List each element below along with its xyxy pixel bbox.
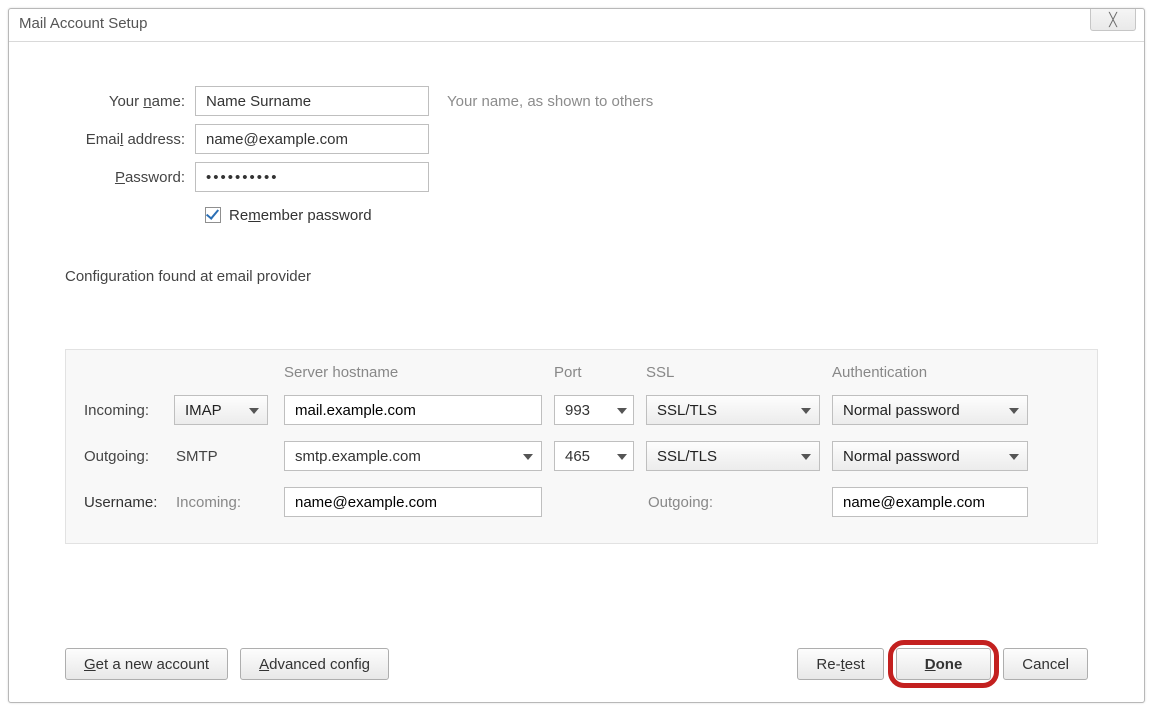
password-input[interactable] (195, 162, 429, 192)
window-title: Mail Account Setup (19, 15, 147, 32)
outgoing-ssl-value: SSL/TLS (657, 448, 717, 465)
button-bar: Get a new account Advanced config Re-tes… (65, 648, 1088, 680)
username-outgoing-label: Outgoing: (646, 494, 832, 511)
done-button[interactable]: Done (896, 648, 992, 680)
password-label: Password: (65, 169, 195, 186)
remember-password-checkbox[interactable] (205, 207, 221, 223)
outgoing-protocol-text: SMTP (174, 448, 284, 465)
server-ssl-header: SSL (646, 364, 832, 381)
username-row: Username: Incoming: Outgoing: (84, 479, 1081, 525)
server-settings-panel: Server hostname Port SSL Authentication … (65, 349, 1098, 544)
outgoing-auth-select[interactable]: Normal password (832, 441, 1028, 471)
name-row: Your name: Your name, as shown to others (65, 82, 1098, 120)
email-row: Email address: (65, 120, 1098, 158)
incoming-hostname-input[interactable] (284, 395, 542, 425)
cancel-button[interactable]: Cancel (1003, 648, 1088, 680)
incoming-port-value: 993 (565, 402, 590, 419)
name-hint: Your name, as shown to others (447, 93, 653, 110)
remember-password-label: Remember password (229, 207, 372, 224)
content-area: Your name: Your name, as shown to others… (9, 42, 1144, 554)
incoming-protocol-select[interactable]: IMAP (174, 395, 268, 425)
outgoing-port-select[interactable]: 465 (554, 441, 634, 471)
config-status-text: Configuration found at email provider (65, 268, 1098, 285)
username-outgoing-input[interactable] (832, 487, 1028, 517)
titlebar: Mail Account Setup ╳ (9, 9, 1144, 37)
incoming-protocol-value: IMAP (185, 402, 222, 419)
mail-account-setup-dialog: Mail Account Setup ╳ Your name: Your nam… (8, 8, 1145, 703)
outgoing-hostname-value: smtp.example.com (295, 448, 421, 465)
done-highlight-ring: Done (888, 640, 1000, 688)
incoming-ssl-select[interactable]: SSL/TLS (646, 395, 820, 425)
get-new-account-button[interactable]: Get a new account (65, 648, 228, 680)
incoming-auth-select[interactable]: Normal password (832, 395, 1028, 425)
email-label: Email address: (65, 131, 195, 148)
server-port-header: Port (554, 364, 646, 381)
close-icon: ╳ (1109, 12, 1117, 28)
username-incoming-label: Incoming: (174, 494, 284, 511)
name-label: Your name: (65, 93, 195, 110)
server-auth-header: Authentication (832, 364, 1028, 381)
advanced-config-button[interactable]: Advanced config (240, 648, 389, 680)
server-hostname-header: Server hostname (284, 364, 554, 381)
name-input[interactable] (195, 86, 429, 116)
outgoing-ssl-select[interactable]: SSL/TLS (646, 441, 820, 471)
outgoing-auth-value: Normal password (843, 448, 960, 465)
password-row: Password: (65, 158, 1098, 196)
outgoing-row: Outgoing: SMTP smtp.example.com 465 SSL/… (84, 433, 1081, 479)
username-incoming-input[interactable] (284, 487, 542, 517)
server-header-row: Server hostname Port SSL Authentication (84, 364, 1081, 381)
outgoing-port-value: 465 (565, 448, 590, 465)
incoming-ssl-value: SSL/TLS (657, 402, 717, 419)
email-input[interactable] (195, 124, 429, 154)
retest-button[interactable]: Re-test (797, 648, 883, 680)
outgoing-hostname-select[interactable]: smtp.example.com (284, 441, 542, 471)
username-label: Username: (84, 494, 174, 511)
incoming-auth-value: Normal password (843, 402, 960, 419)
remember-password-row: Remember password (205, 198, 1098, 232)
incoming-label: Incoming: (84, 402, 174, 419)
outgoing-label: Outgoing: (84, 448, 174, 465)
incoming-port-select[interactable]: 993 (554, 395, 634, 425)
incoming-row: Incoming: IMAP 993 SSL/TLS (84, 387, 1081, 433)
close-button[interactable]: ╳ (1090, 9, 1136, 31)
